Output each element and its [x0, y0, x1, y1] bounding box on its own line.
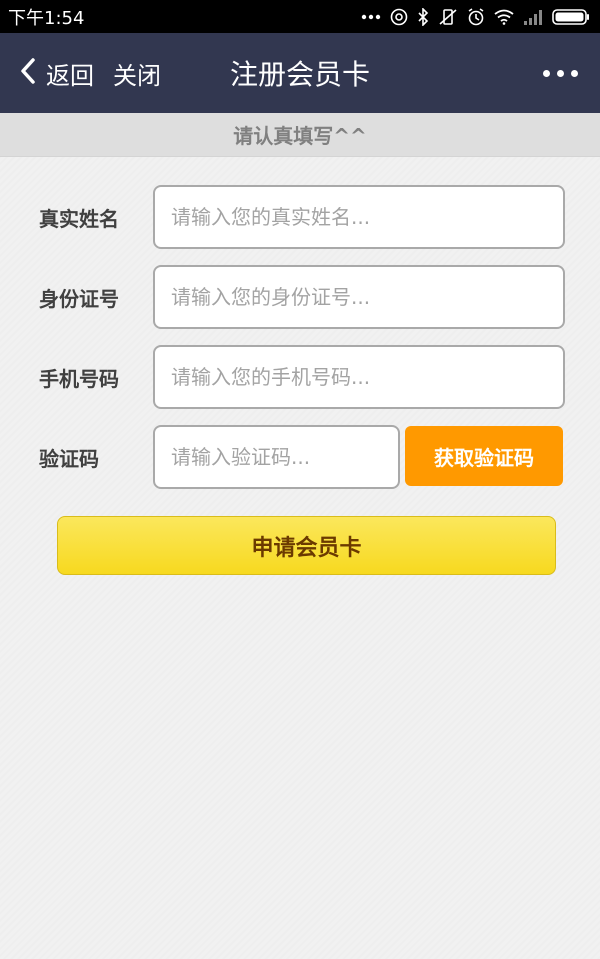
phone-label: 手机号码 [39, 366, 119, 391]
more-dots-icon [361, 14, 381, 20]
id-number-input[interactable] [153, 265, 565, 329]
phone-input[interactable] [153, 345, 565, 409]
alarm-icon [467, 7, 485, 26]
back-button[interactable]: 返回 [20, 33, 94, 113]
more-dot [557, 69, 564, 77]
get-code-button[interactable]: 获取验证码 [405, 426, 563, 486]
notice-text: 请认真填写^^ [233, 124, 367, 148]
more-options-button[interactable] [543, 33, 578, 113]
close-button[interactable]: 关闭 [113, 33, 161, 113]
at-icon [390, 8, 408, 26]
name-label: 真实姓名 [39, 206, 119, 231]
chevron-left-icon [20, 57, 36, 89]
form-row-code: 验证码 获取验证码 [0, 425, 600, 489]
vibrate-off-icon [438, 8, 458, 26]
form-row-id: 身份证号 [0, 265, 600, 329]
status-time: 下午1:54 [8, 7, 85, 29]
name-input[interactable] [153, 185, 565, 249]
form-row-name: 真实姓名 [0, 185, 600, 249]
form-row-phone: 手机号码 [0, 345, 600, 409]
more-dot [571, 69, 578, 77]
signal-icon [523, 9, 543, 25]
apply-card-button[interactable]: 申请会员卡 [57, 516, 556, 575]
more-dot [543, 69, 550, 77]
status-icons [361, 7, 590, 26]
code-label: 验证码 [39, 446, 99, 471]
code-input[interactable] [153, 425, 400, 489]
id-number-label: 身份证号 [39, 286, 119, 311]
battery-icon [552, 8, 590, 25]
back-label: 返回 [46, 61, 94, 90]
nav-bar: 返回 关闭 注册会员卡 [0, 33, 600, 113]
wifi-icon [494, 9, 514, 25]
bluetooth-icon [417, 7, 429, 26]
status-bar: 下午1:54 [0, 0, 600, 33]
notice-bar: 请认真填写^^ [0, 113, 600, 157]
